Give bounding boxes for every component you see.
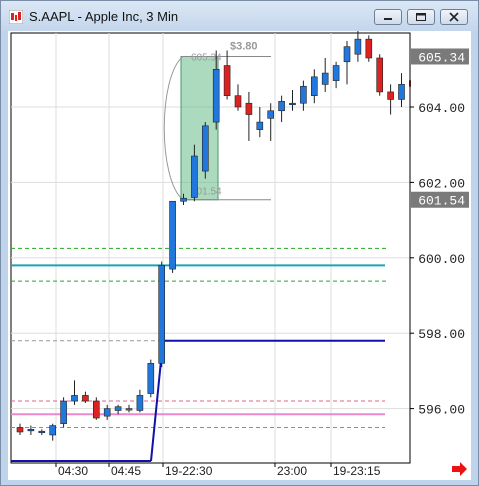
minimize-icon (384, 18, 392, 20)
candle-body (27, 429, 35, 432)
candle-body (267, 110, 275, 119)
candle-body (38, 430, 46, 434)
candle-body (82, 395, 89, 402)
chart-window: S.AAPL - Apple Inc, 3 Min $3.80 605.34 601… (0, 0, 479, 486)
candle-body (103, 408, 111, 417)
app-icon (9, 10, 23, 24)
candle-body (136, 395, 144, 411)
price-badge-label: 605.34 (418, 50, 465, 65)
x-tick-label: 19-23:15 (333, 464, 381, 478)
arrow-shape[interactable] (452, 462, 467, 476)
chart-client-area[interactable]: $3.80 605.34 601.54 604.00 602.00 600.00 598.… (8, 24, 471, 480)
candle-body (191, 155, 198, 198)
y-tick-label: 600.00 (418, 252, 465, 267)
minimize-button[interactable] (374, 9, 402, 25)
candle-body (289, 102, 296, 106)
y-tick-label: 598.00 (418, 327, 465, 342)
candle-body (278, 101, 285, 112)
candle-body (223, 65, 231, 96)
candle-body (398, 84, 405, 100)
scroll-right-arrow-icon[interactable] (452, 462, 467, 476)
measure-delta-label: $3.80 (230, 40, 258, 52)
candle-body (16, 427, 24, 433)
candle-body (158, 265, 165, 364)
window-title: S.AAPL - Apple Inc, 3 Min (29, 9, 179, 24)
candle-body (245, 102, 253, 115)
y-tick-label: 596.00 (418, 403, 465, 418)
candle-body (49, 425, 57, 436)
y-tick-label: 602.00 (418, 176, 465, 191)
axes (409, 33, 469, 463)
candle-body (93, 400, 100, 419)
price-chart[interactable]: $3.80 605.34 601.54 604.00 602.00 600.00 598.… (8, 24, 471, 480)
candle-body (310, 76, 318, 96)
candle-body (147, 363, 155, 394)
x-tick-label: 23:00 (277, 464, 307, 478)
candle-body (256, 121, 264, 130)
candle-body (321, 72, 329, 85)
y-tick-label: 604.00 (418, 101, 465, 116)
close-icon (449, 12, 459, 22)
title-bar[interactable]: S.AAPL - Apple Inc, 3 Min (1, 1, 478, 31)
close-button[interactable] (440, 9, 468, 25)
candle-body (387, 91, 394, 100)
candle-body (114, 406, 122, 411)
x-axis-labels: 04:30 04:45 19-22:30 23:00 19-23:15 (11, 462, 410, 478)
candle-body (202, 125, 209, 172)
candle-body (343, 46, 351, 63)
y-axis-panel (411, 33, 469, 463)
maximize-button[interactable] (407, 9, 435, 25)
candle-body (354, 38, 362, 55)
candle-body (169, 200, 176, 270)
candle-body (300, 85, 307, 104)
candle-body (180, 197, 187, 202)
maximize-icon (416, 13, 426, 21)
measure-box[interactable] (180, 55, 219, 201)
candle-body (332, 65, 340, 81)
candle-body (60, 400, 67, 424)
candle-body (234, 95, 242, 108)
candle-body (125, 408, 133, 411)
x-tick-label: 04:45 (111, 464, 141, 478)
price-badge-label: 601.54 (418, 194, 465, 209)
candle-body (71, 395, 78, 402)
candle-body (212, 68, 220, 123)
candle-body (365, 38, 373, 59)
x-tick-label: 04:30 (58, 464, 88, 478)
x-tick-label: 19-22:30 (165, 464, 213, 478)
candle-body (376, 57, 384, 93)
measure-top-label: 605.34 (191, 52, 222, 63)
